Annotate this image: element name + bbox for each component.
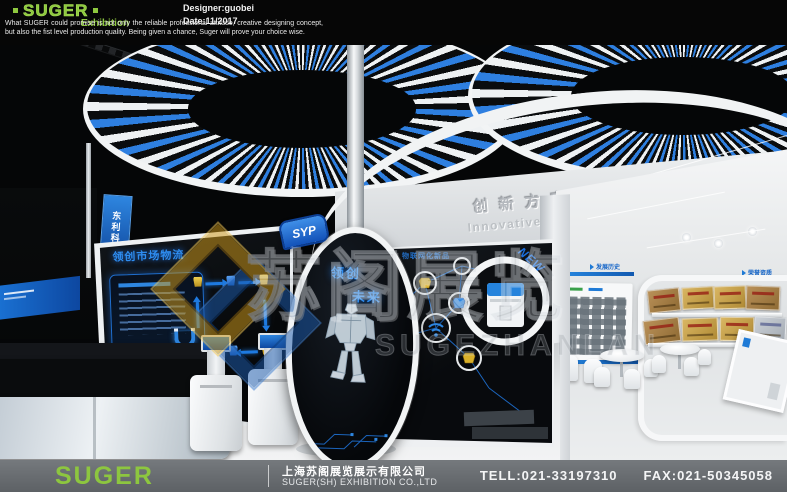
award-plaque (682, 317, 719, 341)
chair (624, 369, 640, 389)
banner-pole (86, 143, 91, 278)
robot-graphic (317, 297, 382, 391)
award-plaque (643, 317, 682, 345)
logo-square-icon (13, 8, 18, 13)
flow-arrow-icon (205, 282, 222, 285)
bin-icon (463, 353, 475, 363)
award-plaque (746, 285, 781, 310)
designer-credit: Designer:guobei (183, 2, 254, 15)
bin-icon (453, 298, 465, 308)
contact-info: TELL:021-33197310 FAX:021-50345058 (480, 468, 773, 483)
oval-title-line1: 领创 (331, 262, 362, 282)
company-description: What SUGER could promise is not only the… (5, 19, 323, 38)
history-section-header: 发展历史 (590, 262, 620, 271)
blue-stripe (568, 272, 634, 276)
bin-icon (193, 277, 202, 287)
bin-icon (259, 274, 268, 284)
photo-thumbnails (567, 296, 626, 355)
header-bar: SUGER Exhibition Designer:guobei Date:11… (0, 0, 787, 45)
chair (684, 357, 699, 376)
booth-render: 创新方案 · 智享人生 Innovative solutions for sma… (0, 45, 787, 460)
award-plaque (714, 285, 747, 309)
bin-icon (226, 275, 235, 285)
canopy-etch-line (587, 192, 725, 220)
chair (594, 367, 610, 387)
kiosk-label (258, 379, 288, 382)
telephone: TELL:021-33197310 (480, 468, 618, 483)
footer-logo: SUGER (55, 462, 154, 491)
interactive-kiosk (190, 335, 242, 451)
award-plaque (681, 286, 714, 310)
center-pole (347, 45, 364, 240)
chair (698, 349, 711, 365)
design-board: SUGER Exhibition Designer:guobei Date:11… (0, 0, 787, 492)
chair (652, 355, 666, 373)
award-plaque (647, 287, 681, 313)
flow-arrow-icon (264, 300, 267, 326)
spotlight (714, 239, 723, 248)
circuit-lines (288, 409, 410, 453)
flow-arrow-icon (238, 281, 255, 284)
kiosk-label (200, 385, 231, 388)
footer-bar: SUGER 上海苏阁展览展示有限公司 SUGER(SH) EXHIBITION … (0, 460, 787, 492)
table (600, 349, 644, 362)
footer-divider (268, 465, 269, 487)
sign-logo-mark (742, 337, 751, 347)
canopy-etch-line (647, 229, 766, 249)
arrow-marker-icon (590, 264, 594, 270)
screen-heading (118, 282, 170, 288)
fax: FAX:021-50345058 (644, 468, 773, 483)
right-display-area: 发展历史 荣誉资质 (556, 143, 787, 460)
table (660, 343, 700, 355)
company-name-english: SUGER(SH) EXHIBITION CO.,LTD (282, 477, 437, 487)
market-wall-title: 领创市场物流 (112, 246, 185, 265)
sign-figure (767, 382, 780, 400)
bin-icon (419, 278, 431, 288)
logo-square-icon (93, 8, 98, 13)
